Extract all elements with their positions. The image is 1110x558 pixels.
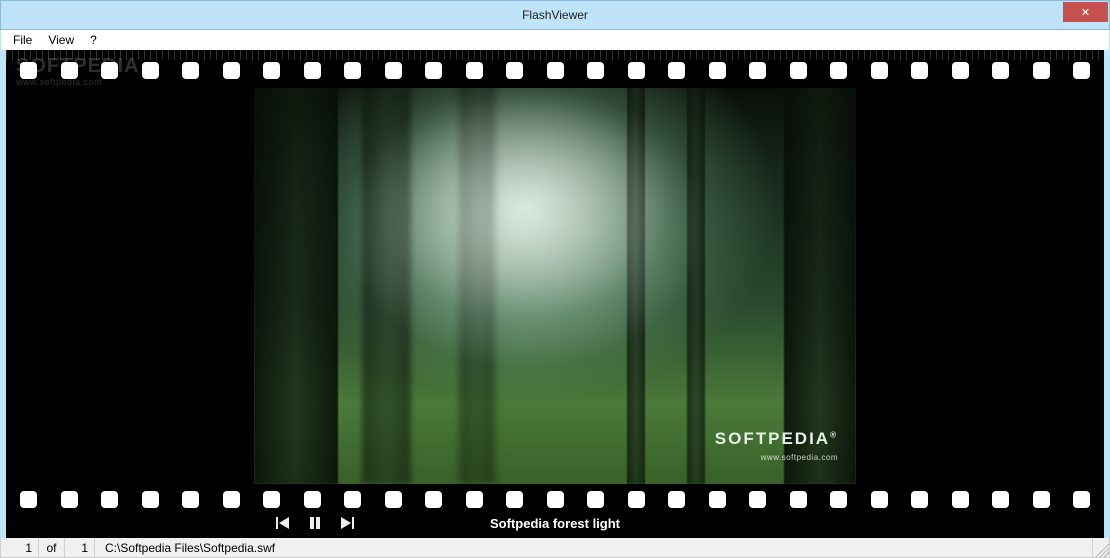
status-filepath: C:\Softpedia Files\Softpedia.swf bbox=[95, 538, 1093, 557]
sprocket-hole bbox=[547, 62, 564, 79]
sprocket-hole bbox=[61, 62, 78, 79]
sprocket-hole bbox=[709, 491, 726, 508]
sprocket-hole bbox=[790, 62, 807, 79]
image-caption: Softpedia forest light bbox=[490, 516, 620, 531]
skip-previous-icon bbox=[276, 516, 290, 530]
status-page-total: 1 bbox=[65, 538, 95, 557]
sprocket-hole bbox=[871, 62, 888, 79]
sprocket-hole bbox=[1073, 491, 1090, 508]
image-brand-url: www.softpedia.com bbox=[715, 453, 838, 462]
watermark-url: www.softpedia.com bbox=[16, 78, 139, 87]
sprocket-hole bbox=[223, 62, 240, 79]
sprocket-hole bbox=[992, 491, 1009, 508]
sprocket-hole bbox=[182, 491, 199, 508]
menubar: File View ? bbox=[0, 30, 1110, 50]
sprocket-hole bbox=[182, 62, 199, 79]
sprocket-hole bbox=[223, 491, 240, 508]
sprocket-hole bbox=[20, 491, 37, 508]
status-of-label: of bbox=[39, 538, 65, 557]
filmstrip-top bbox=[6, 62, 1104, 79]
sprocket-hole bbox=[668, 491, 685, 508]
close-button[interactable]: ✕ bbox=[1063, 2, 1108, 22]
filmstrip-bottom bbox=[6, 491, 1104, 508]
sprocket-hole bbox=[790, 491, 807, 508]
sprocket-hole bbox=[830, 491, 847, 508]
sprocket-hole bbox=[385, 62, 402, 79]
content-image: SOFTPEDIA® www.softpedia.com bbox=[254, 88, 856, 484]
sprocket-hole bbox=[952, 62, 969, 79]
sprocket-hole bbox=[506, 62, 523, 79]
sprocket-hole bbox=[142, 62, 159, 79]
image-brand-overlay: SOFTPEDIA® www.softpedia.com bbox=[715, 429, 838, 462]
sprocket-hole bbox=[385, 491, 402, 508]
statusbar: 1 of 1 C:\Softpedia Files\Softpedia.swf bbox=[0, 538, 1110, 558]
sprocket-hole bbox=[101, 62, 118, 79]
next-button[interactable] bbox=[340, 516, 354, 530]
sprocket-hole bbox=[587, 491, 604, 508]
sprocket-hole bbox=[20, 62, 37, 79]
sprocket-hole bbox=[1073, 62, 1090, 79]
sprocket-hole bbox=[466, 491, 483, 508]
sprocket-hole bbox=[506, 491, 523, 508]
sprocket-hole bbox=[749, 491, 766, 508]
sprocket-hole bbox=[142, 491, 159, 508]
sprocket-hole bbox=[587, 62, 604, 79]
sprocket-hole bbox=[1033, 62, 1050, 79]
titlebar[interactable]: FlashViewer ✕ bbox=[0, 0, 1110, 30]
menu-help[interactable]: ? bbox=[82, 31, 105, 49]
sprocket-hole bbox=[628, 491, 645, 508]
viewer-area: SOFTPEDIA www.softpedia.com bbox=[0, 50, 1110, 538]
window-title: FlashViewer bbox=[522, 8, 588, 22]
sprocket-hole bbox=[830, 62, 847, 79]
forest-haze bbox=[254, 88, 856, 484]
status-page-current: 1 bbox=[1, 538, 39, 557]
sprocket-hole bbox=[992, 62, 1009, 79]
pause-icon bbox=[308, 516, 322, 530]
sprocket-hole bbox=[709, 62, 726, 79]
sprocket-hole bbox=[466, 62, 483, 79]
resize-grip[interactable] bbox=[1093, 538, 1109, 557]
sprocket-hole bbox=[101, 491, 118, 508]
sprocket-hole bbox=[344, 62, 361, 79]
sprocket-hole bbox=[911, 62, 928, 79]
sprocket-hole bbox=[952, 491, 969, 508]
sprocket-hole bbox=[1033, 491, 1050, 508]
sprocket-hole bbox=[425, 62, 442, 79]
sprocket-hole bbox=[547, 491, 564, 508]
pause-button[interactable] bbox=[308, 516, 322, 530]
film-ticks bbox=[6, 50, 1104, 60]
skip-next-icon bbox=[340, 516, 354, 530]
image-brand-text: SOFTPEDIA bbox=[715, 429, 830, 448]
sprocket-hole bbox=[425, 491, 442, 508]
sprocket-hole bbox=[304, 62, 321, 79]
sprocket-hole bbox=[263, 491, 280, 508]
sprocket-hole bbox=[911, 491, 928, 508]
sprocket-hole bbox=[628, 62, 645, 79]
sprocket-hole bbox=[263, 62, 280, 79]
close-icon: ✕ bbox=[1081, 6, 1090, 19]
sprocket-hole bbox=[668, 62, 685, 79]
previous-button[interactable] bbox=[276, 516, 290, 530]
sprocket-hole bbox=[304, 491, 321, 508]
sprocket-hole bbox=[61, 491, 78, 508]
menu-view[interactable]: View bbox=[40, 31, 82, 49]
sprocket-hole bbox=[871, 491, 888, 508]
menu-file[interactable]: File bbox=[5, 31, 40, 49]
player-controls: Softpedia forest light bbox=[6, 512, 1104, 534]
sprocket-hole bbox=[344, 491, 361, 508]
sprocket-hole bbox=[749, 62, 766, 79]
